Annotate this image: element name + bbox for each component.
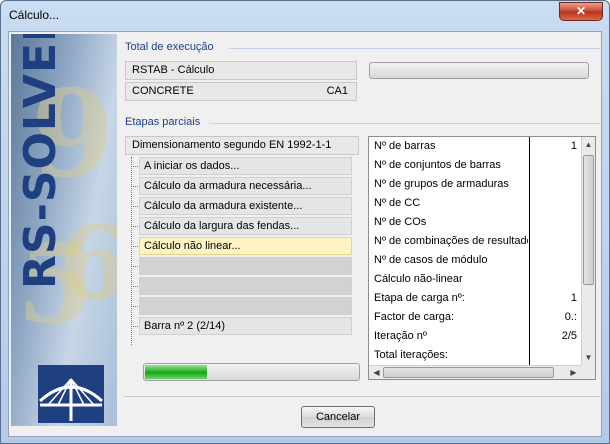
info-label: Nº de combinações de resultados (374, 235, 528, 247)
load-case: CA1 (326, 85, 348, 97)
info-label: Cálculo não-linear (374, 273, 463, 285)
product-name: RS-SOLVER (15, 34, 66, 289)
info-label: Nº de conjuntos de barras (374, 159, 501, 171)
divider (209, 123, 600, 124)
scroll-down-icon[interactable]: ▼ (582, 351, 595, 364)
step-item (139, 297, 352, 315)
tree-tick (131, 206, 138, 207)
info-label: Nº de grupos de armaduras (374, 178, 509, 190)
info-panel[interactable]: Nº de barras 1 Nº de conjuntos de barras … (368, 136, 596, 380)
info-value: 1 (570, 292, 577, 304)
scroll-right-icon[interactable]: ▶ (567, 366, 580, 379)
tree-tick (131, 246, 138, 247)
step-item (139, 257, 352, 275)
vertical-scroll-thumb[interactable] (583, 155, 594, 285)
step-item (139, 277, 352, 295)
close-icon: ✕ (575, 4, 587, 18)
horizontal-scroll-thumb[interactable] (383, 367, 554, 378)
info-label: Nº de barras (374, 140, 436, 152)
info-value: 0.: (564, 311, 577, 323)
design-heading: Dimensionamento segundo EN 1992-1-1 (125, 136, 359, 155)
module-name: CONCRETE (132, 85, 194, 97)
window-title: Cálculo... (9, 8, 60, 22)
step-item: A iniciar os dados... (139, 157, 352, 175)
divider (124, 396, 600, 397)
partial-progress-bar (143, 363, 360, 381)
tree-tick (131, 266, 138, 267)
info-label: Nº de casos de módulo (374, 254, 488, 266)
rs-solver-banner: 9 6 5 RS-SOLVER (11, 34, 117, 426)
info-label: Factor de carga: (374, 311, 455, 323)
info-value: 2/5 (561, 330, 577, 342)
tree-tick (131, 306, 138, 307)
calculation-dialog: Cálculo... ✕ 9 6 5 RS-SOLVER Total de ex… (0, 0, 610, 444)
bar-counter: Barra nº 2 (2/14) (139, 317, 352, 335)
column-separator (529, 137, 530, 365)
tree-tick (131, 166, 138, 167)
dialog-client-area: 9 6 5 RS-SOLVER Total de execução RSTAB … (8, 31, 602, 437)
bridge-logo-icon (38, 365, 104, 423)
total-progress-bar (369, 62, 589, 79)
total-group-title: Total de execução (125, 41, 214, 53)
close-button[interactable]: ✕ (559, 2, 603, 21)
vertical-scrollbar[interactable]: ▲ ▼ (581, 137, 595, 365)
info-label: Nº de CC (374, 197, 421, 209)
partial-progress-fill (145, 365, 207, 379)
info-value: 1 (570, 140, 577, 152)
scroll-left-icon[interactable]: ◀ (370, 366, 383, 379)
step-item-active: Cálculo não linear... (139, 237, 352, 255)
tree-tick (131, 226, 138, 227)
tree-tick (131, 286, 138, 287)
step-item: Cálculo da armadura existente... (139, 197, 352, 215)
module-field: CONCRETE CA1 (125, 82, 357, 101)
title-bar[interactable]: Cálculo... ✕ (1, 1, 609, 31)
info-label: Total iterações: (374, 349, 448, 361)
info-label: Iteração nº (374, 330, 427, 342)
program-field: RSTAB - Cálculo (125, 61, 357, 80)
horizontal-scrollbar[interactable]: ◀ ▶ (369, 365, 581, 379)
partial-group-title: Etapas parciais (125, 116, 201, 128)
info-label: Nº de COs (374, 216, 427, 228)
info-label: Etapa de carga nº: (374, 292, 465, 304)
step-item: Cálculo da largura das fendas... (139, 217, 352, 235)
step-list: A iniciar os dados... Cálculo da armadur… (125, 157, 359, 349)
tree-tick (131, 186, 138, 187)
scroll-up-icon[interactable]: ▲ (582, 138, 595, 151)
step-item: Cálculo da armadura necessária... (139, 177, 352, 195)
cancel-button[interactable]: Cancelar (301, 406, 375, 428)
scrollbar-corner (581, 365, 595, 379)
divider (229, 48, 600, 49)
tree-tick (131, 326, 138, 327)
